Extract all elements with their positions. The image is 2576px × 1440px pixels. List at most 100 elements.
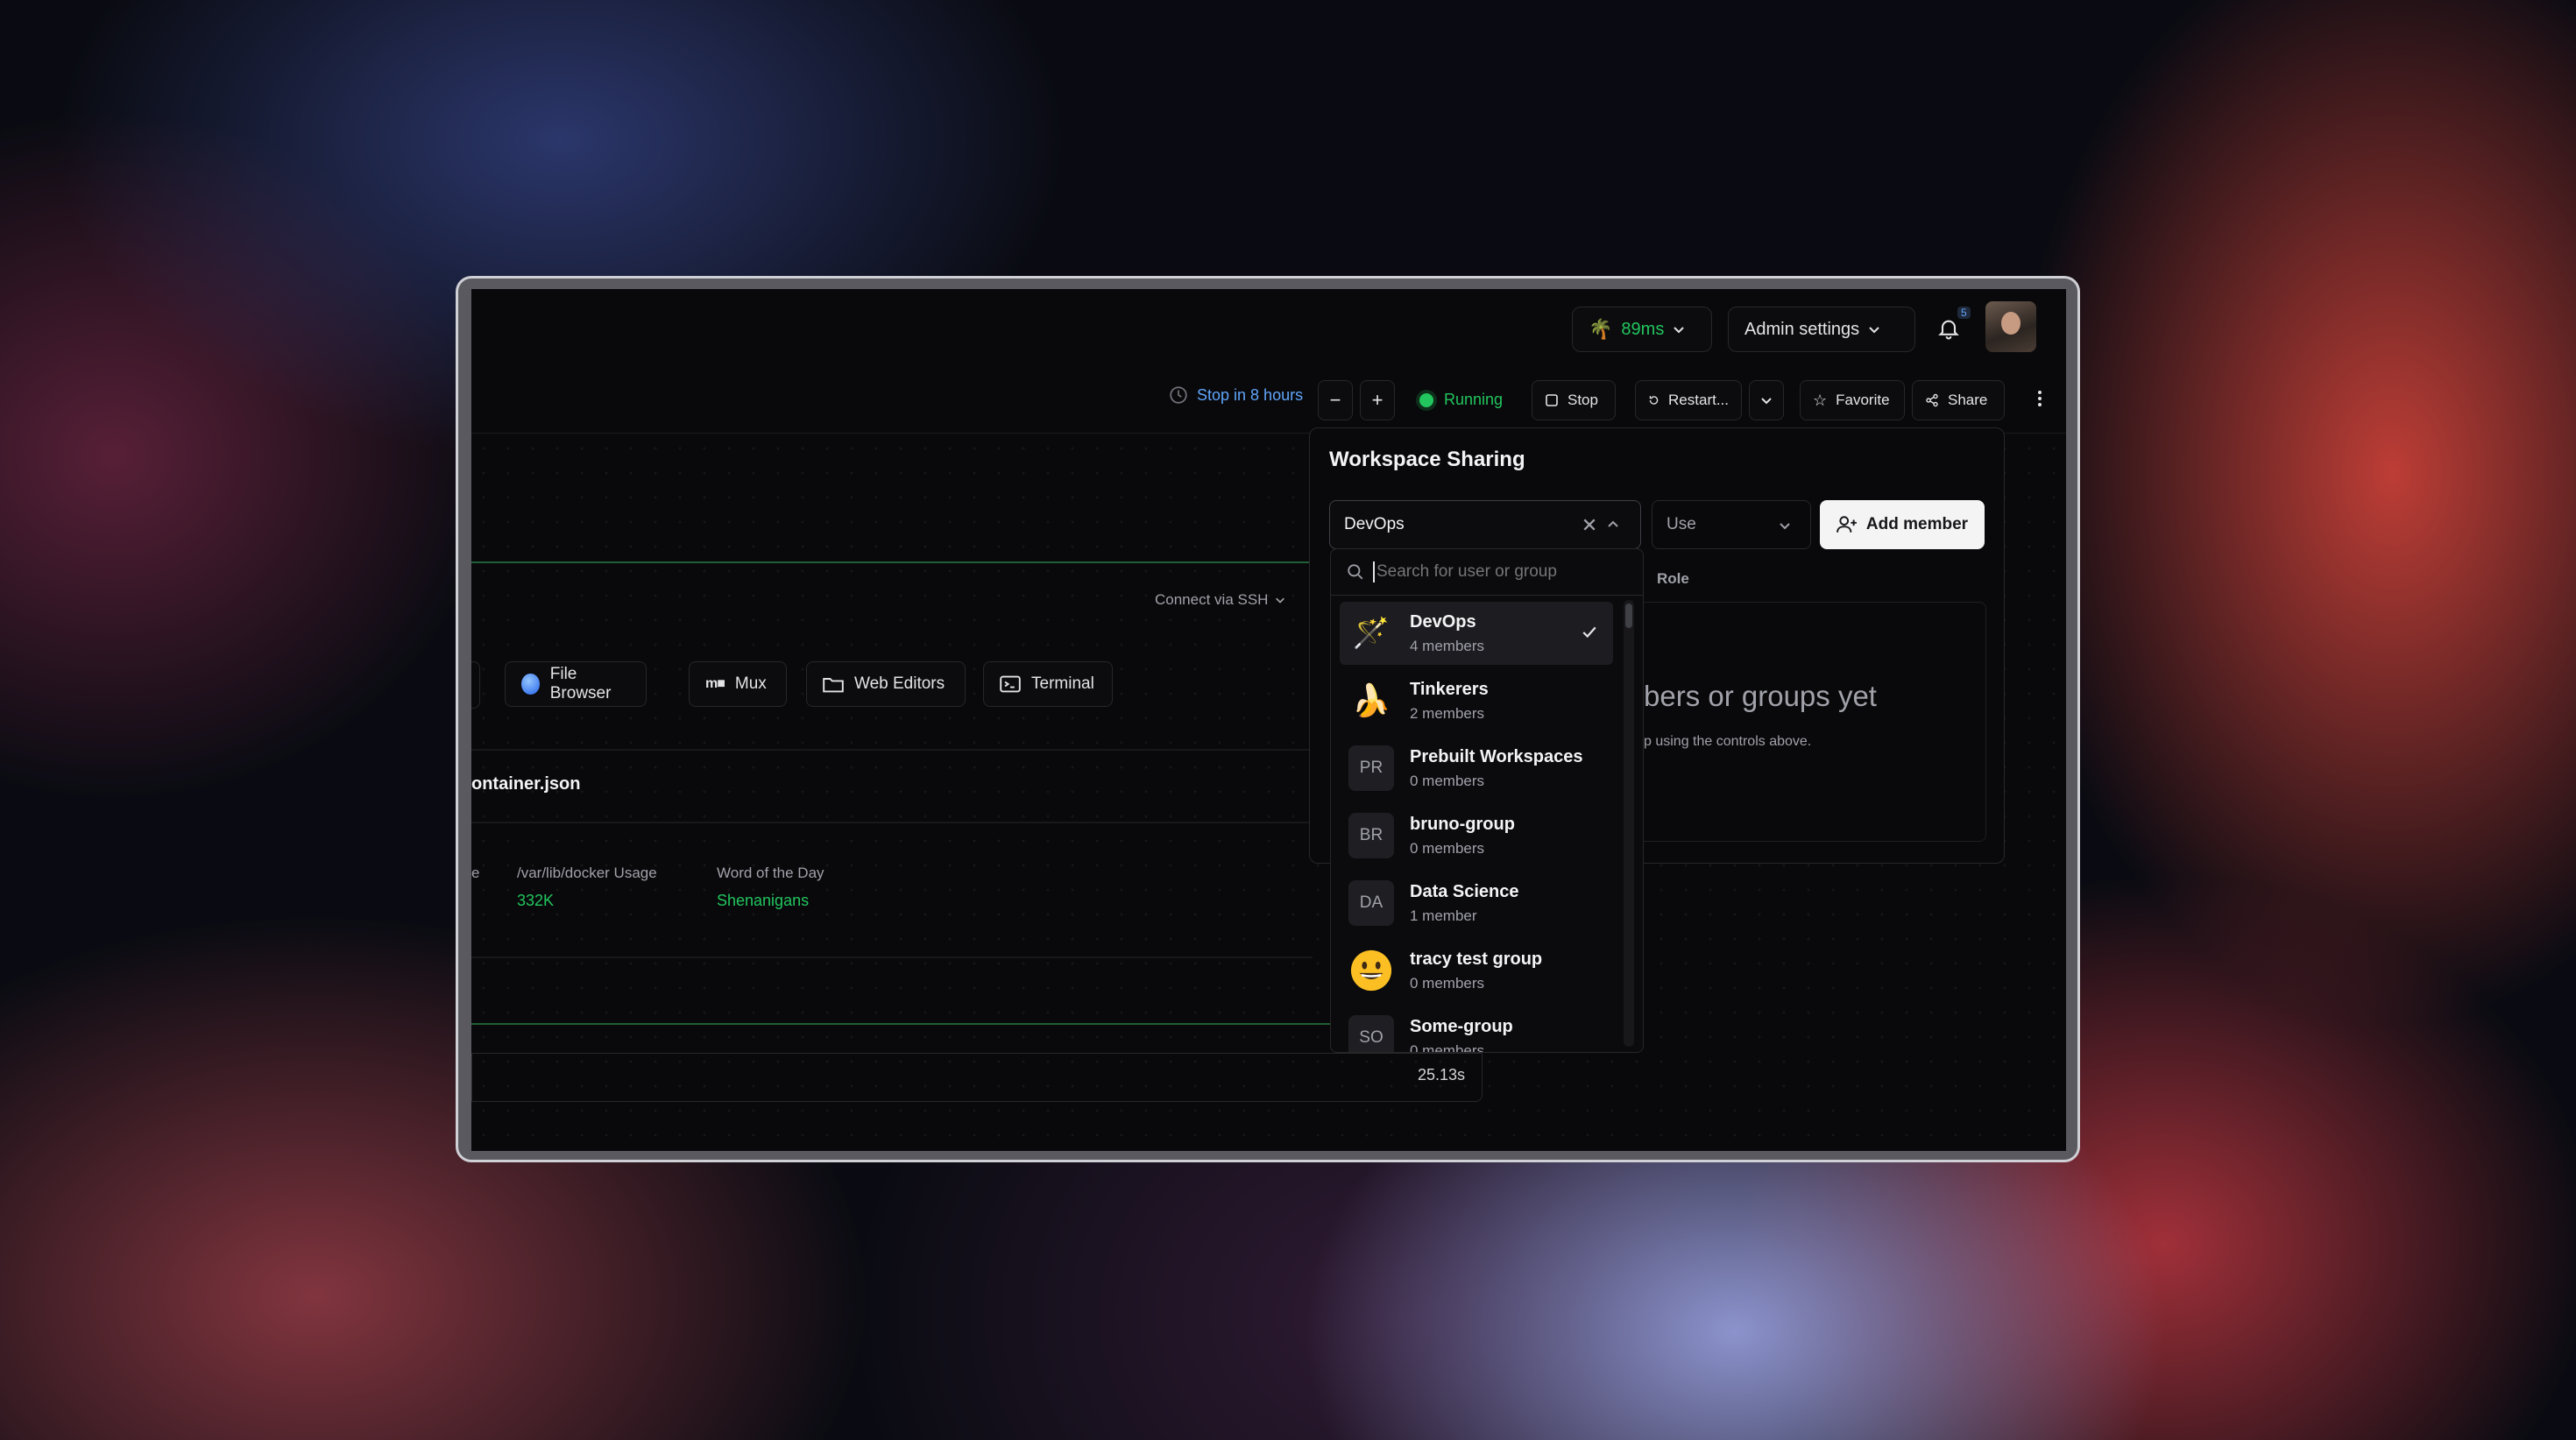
restart-options-button[interactable] bbox=[1749, 380, 1784, 420]
add-member-button[interactable]: Add member bbox=[1820, 500, 1985, 549]
admin-settings-button[interactable]: Admin settings bbox=[1728, 307, 1915, 352]
group-option-tinkerers[interactable]: 🍌 Tinkerers 2 members bbox=[1340, 669, 1613, 732]
section-divider bbox=[471, 956, 1313, 958]
grinning-face-icon bbox=[1348, 948, 1394, 993]
group-option-tracy-test-group[interactable]: tracy test group 0 members bbox=[1340, 939, 1613, 1002]
share-icon bbox=[1926, 393, 1938, 407]
mux-button[interactable]: m■ Mux bbox=[689, 661, 787, 707]
clock-icon bbox=[1170, 386, 1187, 404]
metric-label: Word of the Day bbox=[717, 865, 824, 881]
group-name: Prebuilt Workspaces bbox=[1410, 746, 1583, 766]
group-name: Tinkerers bbox=[1410, 679, 1489, 699]
members-empty-state: bers or groups yet p using the controls … bbox=[1625, 602, 1986, 842]
increase-time-button[interactable]: + bbox=[1360, 380, 1395, 420]
chevron-up-icon[interactable] bbox=[1607, 519, 1619, 531]
group-name: Some-group bbox=[1410, 1016, 1513, 1036]
stop-label: Stop bbox=[1568, 392, 1598, 408]
notification-badge: 5 bbox=[1957, 307, 1971, 319]
admin-settings-label: Admin settings bbox=[1744, 319, 1860, 339]
role-select-label: Use bbox=[1667, 515, 1696, 533]
selected-group-label: DevOps bbox=[1344, 515, 1405, 533]
group-select[interactable]: DevOps bbox=[1329, 500, 1641, 549]
minus-icon: − bbox=[1329, 389, 1341, 411]
role-column-header: Role bbox=[1657, 570, 1689, 587]
kebab-icon bbox=[2038, 391, 2042, 406]
clear-icon[interactable] bbox=[1582, 518, 1596, 532]
add-member-label: Add member bbox=[1865, 515, 1969, 533]
checkmark-icon bbox=[1582, 626, 1596, 639]
workspace-status: Running bbox=[1419, 391, 1503, 409]
stop-square-icon bbox=[1546, 394, 1558, 406]
bell-icon bbox=[1938, 320, 1959, 340]
connect-ssh-label: Connect via SSH bbox=[1155, 591, 1269, 608]
autostop-timer[interactable]: Stop in 8 hours bbox=[1169, 385, 1303, 405]
section-divider bbox=[471, 822, 1313, 823]
group-option-some-group[interactable]: SO Some-group 0 members bbox=[1340, 1006, 1613, 1053]
decrease-time-button[interactable]: − bbox=[1318, 380, 1353, 420]
devcontainer-title: ontainer.json bbox=[471, 774, 581, 794]
plus-icon: + bbox=[1371, 389, 1384, 411]
group-initials-avatar: BR bbox=[1348, 813, 1394, 858]
empty-state-title: bers or groups yet bbox=[1644, 680, 1877, 712]
group-option-prebuilt-workspaces[interactable]: PR Prebuilt Workspaces 0 members bbox=[1340, 737, 1613, 800]
terminal-button[interactable]: Terminal bbox=[983, 661, 1113, 707]
app-button-partial[interactable] bbox=[471, 661, 480, 709]
stop-timer-label: Stop in 8 hours bbox=[1197, 385, 1304, 404]
metric-label-partial: e bbox=[471, 865, 480, 881]
top-navbar: 🌴 89ms Admin settings 5 bbox=[471, 289, 2066, 371]
chevron-down-icon bbox=[1869, 327, 1879, 334]
build-log-divider-green bbox=[471, 1023, 1330, 1025]
notifications-button[interactable]: 5 bbox=[1933, 307, 1971, 345]
favorite-button[interactable]: ☆ Favorite bbox=[1800, 380, 1905, 420]
group-member-count: 1 member bbox=[1410, 907, 1477, 924]
search-input[interactable] bbox=[1373, 561, 1632, 582]
group-member-count: 4 members bbox=[1410, 637, 1485, 654]
group-member-count: 0 members bbox=[1410, 839, 1485, 857]
magic-wand-icon: 🪄 bbox=[1352, 617, 1391, 650]
role-select[interactable]: Use bbox=[1652, 500, 1811, 549]
chevron-down-icon bbox=[1674, 327, 1685, 334]
connect-ssh-button[interactable]: Connect via SSH bbox=[1155, 591, 1285, 609]
group-name: DevOps bbox=[1410, 611, 1476, 632]
group-option-data-science[interactable]: DA Data Science 1 member bbox=[1340, 872, 1613, 935]
workspace-toolbar: Stop in 8 hours − + Running Stop Restart… bbox=[471, 370, 2066, 434]
panel-title: Workspace Sharing bbox=[1329, 448, 1525, 471]
app-label: Mux bbox=[734, 674, 767, 693]
running-dot-icon bbox=[1419, 392, 1433, 407]
group-member-count: 0 members bbox=[1410, 1041, 1485, 1053]
app-label: Terminal bbox=[1031, 674, 1094, 693]
favorite-label: Favorite bbox=[1836, 392, 1890, 408]
restart-label: Restart... bbox=[1668, 392, 1729, 408]
latency-value: 89ms bbox=[1621, 319, 1665, 339]
group-name: tracy test group bbox=[1410, 949, 1543, 969]
terminal-icon bbox=[1000, 675, 1021, 693]
latency-indicator[interactable]: 🌴 89ms bbox=[1572, 307, 1712, 352]
group-member-count: 2 members bbox=[1410, 704, 1485, 722]
scrollbar-track[interactable] bbox=[1624, 600, 1634, 1047]
scrollbar-thumb[interactable] bbox=[1625, 604, 1632, 628]
build-log-row bbox=[471, 1053, 1483, 1102]
group-initials-avatar: DA bbox=[1348, 880, 1394, 926]
section-divider bbox=[471, 749, 1313, 751]
metric-value: Shenanigans bbox=[717, 892, 810, 909]
group-option-bruno-group[interactable]: BR bruno-group 0 members bbox=[1340, 804, 1613, 867]
group-option-devops[interactable]: 🪄 DevOps 4 members bbox=[1340, 602, 1613, 665]
user-avatar[interactable] bbox=[1985, 301, 2036, 352]
more-options-button[interactable] bbox=[2031, 389, 2049, 413]
restart-button[interactable]: Restart... bbox=[1635, 380, 1742, 420]
empty-state-subtitle: p using the controls above. bbox=[1644, 734, 1812, 749]
group-name: bruno-group bbox=[1410, 814, 1515, 834]
group-initials-avatar: PR bbox=[1348, 745, 1394, 791]
search-row bbox=[1331, 549, 1643, 596]
stop-button[interactable]: Stop bbox=[1532, 380, 1616, 420]
metric-value: 332K bbox=[517, 892, 555, 909]
share-button[interactable]: Share bbox=[1912, 380, 2005, 420]
restart-icon bbox=[1649, 396, 1659, 405]
chevron-down-icon bbox=[1276, 597, 1285, 604]
file-browser-button[interactable]: File Browser bbox=[505, 661, 647, 707]
group-initials-avatar: SO bbox=[1348, 1015, 1394, 1052]
chevron-down-icon bbox=[1780, 523, 1790, 530]
web-editors-button[interactable]: Web Editors bbox=[806, 661, 966, 707]
star-icon: ☆ bbox=[1813, 391, 1828, 409]
folder-icon bbox=[823, 678, 844, 693]
